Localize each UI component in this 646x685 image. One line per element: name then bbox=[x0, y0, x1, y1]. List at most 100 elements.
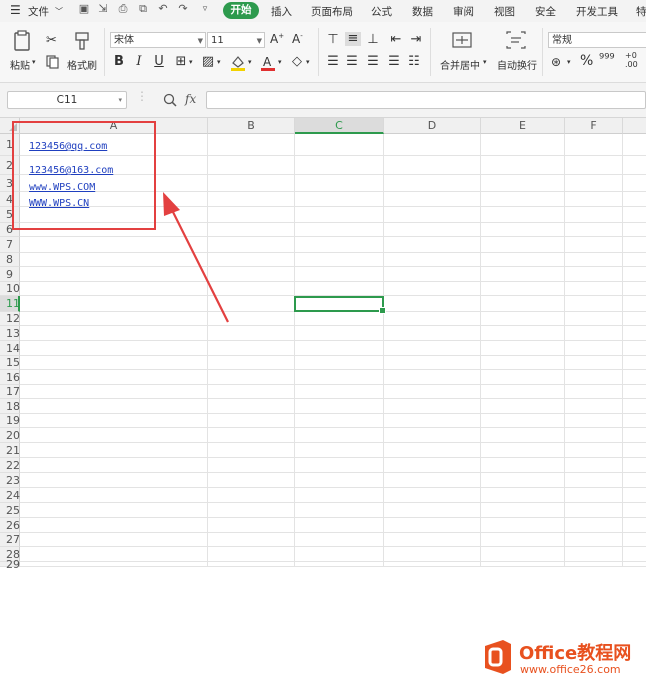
font-size-select[interactable]: 11 ▼ bbox=[207, 32, 265, 48]
increase-indent-icon[interactable]: ⇥ bbox=[409, 33, 423, 47]
tab-special[interactable]: 特 bbox=[636, 4, 646, 19]
tab-insert[interactable]: 插入 bbox=[271, 4, 292, 19]
wrap-text-button[interactable]: 自动换行 bbox=[497, 57, 537, 72]
chevron-down-icon[interactable]: ﹀ bbox=[55, 6, 63, 17]
font-color-icon[interactable]: A bbox=[260, 54, 276, 72]
decrease-font-icon[interactable]: A- bbox=[292, 32, 303, 46]
merge-center-button[interactable]: 合并居中 bbox=[440, 57, 480, 72]
row-header-14[interactable]: 14 bbox=[0, 341, 20, 356]
align-right-icon[interactable]: ☰ bbox=[366, 55, 380, 69]
align-center-icon[interactable]: ☰ bbox=[345, 55, 359, 69]
file-menu[interactable]: 文件 bbox=[28, 4, 49, 19]
column-header-e[interactable]: E bbox=[481, 118, 565, 134]
row-header-9[interactable]: 9 bbox=[0, 267, 20, 282]
row-header-13[interactable]: 13 bbox=[0, 326, 20, 341]
format-painter-button[interactable]: 格式刷 bbox=[67, 57, 97, 72]
row-header-11[interactable]: 11 bbox=[0, 296, 20, 312]
tab-data[interactable]: 数据 bbox=[412, 4, 433, 19]
cell-style-icon[interactable]: ▨ bbox=[201, 55, 215, 69]
font-name-select[interactable]: 宋体 ▼ bbox=[110, 32, 206, 48]
undo-icon[interactable]: ↶ bbox=[157, 3, 169, 15]
merge-center-icon[interactable] bbox=[452, 31, 472, 49]
column-header-f[interactable]: F bbox=[565, 118, 623, 134]
increase-font-icon[interactable]: A+ bbox=[270, 32, 284, 46]
row-header-26[interactable]: 26 bbox=[0, 518, 20, 533]
tab-security[interactable]: 安全 bbox=[535, 4, 556, 19]
justify-icon[interactable]: ☰ bbox=[387, 55, 401, 69]
print-icon[interactable]: ⎙ bbox=[117, 3, 129, 15]
decrease-indent-icon[interactable]: ⇤ bbox=[389, 33, 403, 47]
align-middle-icon[interactable]: ≡ bbox=[345, 32, 361, 46]
tab-developer[interactable]: 开发工具 bbox=[576, 4, 618, 19]
selected-cell-c11[interactable] bbox=[294, 296, 386, 314]
number-format-select[interactable]: 常规 bbox=[548, 32, 646, 48]
currency-icon[interactable]: ⊛ bbox=[551, 55, 561, 69]
tab-view[interactable]: 视图 bbox=[494, 4, 515, 19]
tab-page-layout[interactable]: 页面布局 bbox=[311, 4, 353, 19]
row-header-29[interactable]: 29 bbox=[0, 559, 20, 570]
bold-icon[interactable]: B bbox=[112, 55, 126, 69]
formula-input[interactable] bbox=[206, 91, 646, 109]
increase-decimal-icon[interactable]: +0.00 bbox=[625, 51, 638, 69]
fill-handle[interactable] bbox=[379, 307, 386, 314]
row-header-19[interactable]: 19 bbox=[0, 414, 20, 428]
italic-icon[interactable]: I bbox=[132, 55, 146, 69]
row-header-15[interactable]: 15 bbox=[0, 356, 20, 370]
chevron-down-icon[interactable]: ▾ bbox=[217, 58, 221, 66]
name-box[interactable]: C11 ▾ bbox=[7, 91, 127, 109]
export-icon[interactable]: ⇲ bbox=[97, 3, 109, 15]
row-header-7[interactable]: 7 bbox=[0, 237, 20, 253]
row-header-21[interactable]: 21 bbox=[0, 443, 20, 458]
tab-start[interactable]: 开始 bbox=[223, 2, 259, 19]
row-header-16[interactable]: 16 bbox=[0, 370, 20, 385]
chevron-down-icon[interactable]: ▾ bbox=[278, 58, 282, 66]
insert-function-button[interactable]: fx bbox=[185, 92, 196, 106]
row-header-18[interactable]: 18 bbox=[0, 399, 20, 414]
column-header-b[interactable]: B bbox=[208, 118, 295, 134]
row-header-20[interactable]: 20 bbox=[0, 428, 20, 443]
column-header-c[interactable]: C bbox=[295, 118, 384, 134]
tab-review[interactable]: 审阅 bbox=[453, 4, 474, 19]
row-header-12[interactable]: 12 bbox=[0, 312, 20, 326]
underline-icon[interactable]: U bbox=[152, 55, 166, 69]
quick-access-dropdown-icon[interactable]: ▿ bbox=[199, 3, 211, 15]
format-painter-icon[interactable] bbox=[73, 31, 91, 51]
row-header-23[interactable]: 23 bbox=[0, 473, 20, 488]
row-header-17[interactable]: 17 bbox=[0, 385, 20, 399]
align-top-icon[interactable]: ⊤ bbox=[326, 33, 340, 47]
row-header-10[interactable]: 10 bbox=[0, 282, 20, 296]
distributed-icon[interactable]: ☷ bbox=[407, 55, 421, 69]
align-left-icon[interactable]: ☰ bbox=[326, 55, 340, 69]
row-header-25[interactable]: 25 bbox=[0, 503, 20, 518]
row-header-22[interactable]: 22 bbox=[0, 458, 20, 473]
column-header-d[interactable]: D bbox=[384, 118, 481, 134]
chevron-down-icon[interactable]: ▾ bbox=[483, 58, 487, 66]
fill-color-icon[interactable] bbox=[230, 54, 246, 72]
chevron-down-icon[interactable]: ▾ bbox=[118, 92, 122, 108]
save-icon[interactable]: ▣ bbox=[78, 3, 90, 15]
chevron-down-icon[interactable]: ▾ bbox=[189, 58, 193, 66]
align-bottom-icon[interactable]: ⊥ bbox=[366, 33, 380, 47]
clear-format-icon[interactable]: ◇ bbox=[290, 55, 304, 69]
row-header-27[interactable]: 27 bbox=[0, 533, 20, 547]
column-header-g[interactable] bbox=[623, 118, 646, 134]
paste-icon[interactable] bbox=[12, 30, 32, 52]
paste-button[interactable]: 粘贴 bbox=[10, 57, 30, 72]
percent-icon[interactable]: % bbox=[580, 53, 593, 69]
chevron-down-icon[interactable]: ▾ bbox=[567, 58, 571, 66]
wrap-text-icon[interactable] bbox=[506, 31, 526, 49]
tab-formulas[interactable]: 公式 bbox=[371, 4, 392, 19]
chevron-down-icon[interactable]: ▾ bbox=[306, 58, 310, 66]
chevron-down-icon[interactable]: ▾ bbox=[248, 58, 252, 66]
row-header-8[interactable]: 8 bbox=[0, 253, 20, 267]
hamburger-menu-icon[interactable]: ☰ bbox=[10, 3, 21, 17]
borders-icon[interactable]: ⊞ bbox=[174, 55, 188, 69]
zoom-search-icon[interactable] bbox=[163, 93, 177, 107]
redo-icon[interactable]: ↷ bbox=[177, 3, 189, 15]
thousands-separator-icon[interactable]: ⁹⁹⁹ bbox=[599, 52, 615, 67]
cut-icon[interactable]: ✂ bbox=[46, 33, 57, 48]
paste-dropdown-icon[interactable]: ▾ bbox=[32, 58, 36, 66]
row-header-24[interactable]: 24 bbox=[0, 488, 20, 503]
print-preview-icon[interactable]: ⧉ bbox=[137, 3, 149, 15]
copy-icon[interactable] bbox=[46, 55, 60, 69]
